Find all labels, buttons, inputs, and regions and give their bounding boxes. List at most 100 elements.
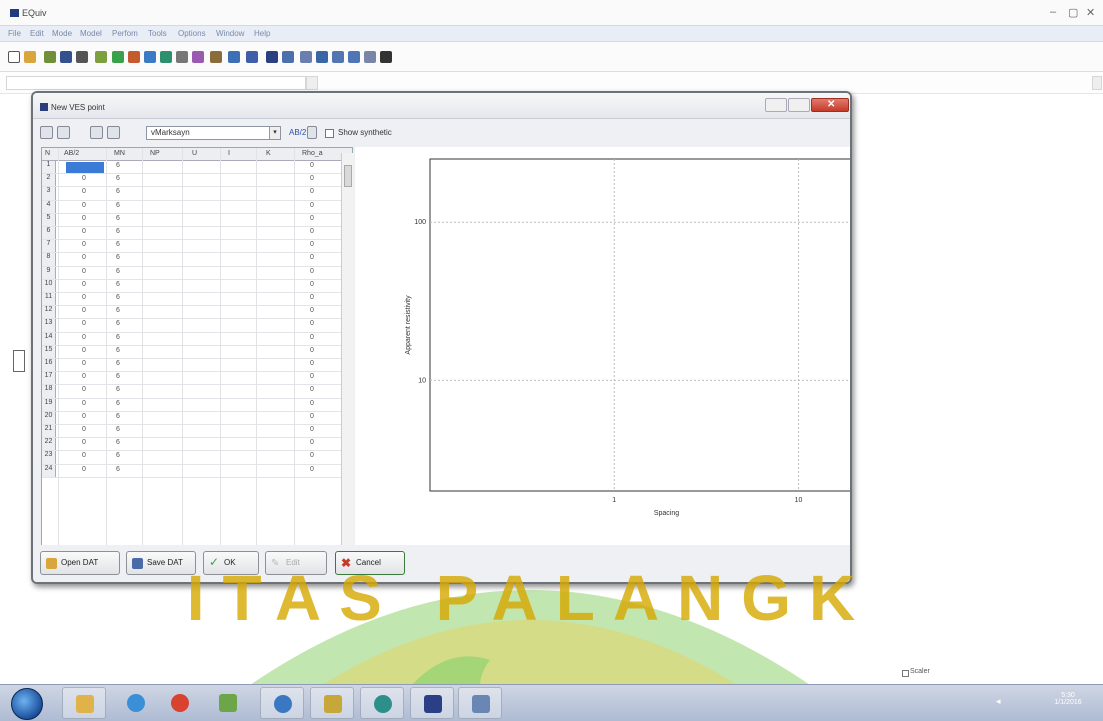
target-icon[interactable] — [332, 51, 344, 63]
cell-ab2[interactable]: 0 — [82, 439, 86, 446]
side-panel-tab[interactable] — [13, 350, 25, 372]
person-icon[interactable] — [380, 51, 392, 63]
save-dat-button[interactable]: Save DAT — [126, 551, 196, 575]
cell-mn[interactable]: 6 — [116, 400, 120, 407]
edit-icon[interactable] — [44, 51, 56, 63]
taskbar-ie[interactable] — [114, 687, 158, 719]
table-row[interactable]: 19 0 6 0 — [42, 398, 352, 412]
table-row[interactable]: 13 0 6 0 — [42, 319, 352, 333]
cell-mn[interactable]: 6 — [116, 360, 120, 367]
start-button[interactable] — [11, 688, 43, 720]
profile-icon[interactable] — [210, 51, 222, 63]
cell-ab2[interactable]: 0 — [82, 373, 86, 380]
cell-mn[interactable]: 6 — [116, 466, 120, 473]
table-row[interactable]: 10 0 6 0 — [42, 279, 352, 293]
table-row[interactable]: 4 0 6 0 — [42, 200, 352, 214]
taskbar-app9[interactable] — [458, 687, 502, 719]
cell-ab2[interactable]: 0 — [82, 466, 86, 473]
cell-mn[interactable]: 6 — [116, 452, 120, 459]
cell-mn[interactable]: 6 — [116, 373, 120, 380]
menu-edit[interactable]: Edit — [30, 29, 44, 38]
table-row[interactable]: 18 0 6 0 — [42, 385, 352, 399]
table-row[interactable]: 21 0 6 0 — [42, 425, 352, 439]
chart-icon[interactable] — [192, 51, 204, 63]
taskbar-app6[interactable] — [310, 687, 354, 719]
ok-button[interactable]: ✓ OK — [203, 551, 259, 575]
help-icon[interactable] — [364, 51, 376, 63]
tray-arrow-icon[interactable]: ◂ — [996, 696, 1001, 707]
cell-rho[interactable]: 0 — [310, 162, 314, 169]
table-row[interactable]: 6 0 6 0 — [42, 227, 352, 241]
edit-button[interactable]: ✎ Edit — [265, 551, 327, 575]
cell-mn[interactable]: 6 — [116, 188, 120, 195]
table-row[interactable]: 15 0 6 0 — [42, 345, 352, 359]
maximize-button[interactable]: ▢ — [1068, 6, 1078, 19]
cell-ab2[interactable]: 0 — [82, 202, 86, 209]
cell-mn[interactable]: 6 — [116, 294, 120, 301]
location-field[interactable] — [6, 76, 306, 90]
table-row[interactable]: 9 0 6 0 — [42, 266, 352, 280]
table-row[interactable]: 16 0 6 0 — [42, 359, 352, 373]
cell-ab2[interactable]: 0 — [82, 400, 86, 407]
cell-rho[interactable]: 0 — [310, 426, 314, 433]
cell-mn[interactable]: 6 — [116, 162, 120, 169]
table-row[interactable]: 2060 — [42, 174, 352, 188]
cell-rho[interactable]: 0 — [310, 188, 314, 195]
scaler-checkbox[interactable] — [902, 670, 909, 677]
taskbar-app5[interactable] — [260, 687, 304, 719]
open-dat-button[interactable]: Open DAT — [40, 551, 120, 575]
cell-mn[interactable]: 6 — [116, 202, 120, 209]
scroll-thumb[interactable] — [344, 165, 352, 187]
section-icon[interactable] — [176, 51, 188, 63]
close-app-button[interactable]: ✕ — [1086, 6, 1095, 19]
ab-label[interactable]: AB/2 — [289, 128, 306, 137]
cell-rho[interactable]: 0 — [310, 334, 314, 341]
cell-rho[interactable]: 0 — [310, 241, 314, 248]
cell-ab2[interactable]: 0 — [82, 228, 86, 235]
cell-mn[interactable]: 6 — [116, 347, 120, 354]
cell-ab2[interactable]: 0 — [82, 452, 86, 459]
menu-options[interactable]: Options — [178, 29, 206, 38]
clock[interactable]: 5:30 1/1/2016 — [1038, 692, 1098, 706]
import-icon[interactable] — [90, 126, 103, 139]
sigma-icon[interactable] — [246, 51, 258, 63]
cell-mn[interactable]: 6 — [116, 228, 120, 235]
cell-rho[interactable]: 0 — [310, 228, 314, 235]
table-row[interactable]: 8 0 6 0 — [42, 253, 352, 267]
menu-perform[interactable]: Perfom — [112, 29, 138, 38]
cell-ab2[interactable]: 0 — [82, 241, 86, 248]
menu-mode[interactable]: Mode — [52, 29, 72, 38]
cell-rho[interactable]: 0 — [310, 320, 314, 327]
dollar-icon[interactable] — [316, 51, 328, 63]
copy-icon[interactable] — [40, 126, 53, 139]
paste-icon[interactable] — [57, 126, 70, 139]
table-row[interactable]: 20 0 6 0 — [42, 411, 352, 425]
rho-icon[interactable] — [300, 51, 312, 63]
cell-ab2[interactable]: 0 — [82, 320, 86, 327]
cell-ab2[interactable]: 0 — [82, 347, 86, 354]
cell-mn[interactable]: 6 — [116, 334, 120, 341]
show-synthetic-checkbox[interactable] — [325, 129, 334, 138]
cell-rho[interactable]: 0 — [310, 347, 314, 354]
cell-rho[interactable]: 0 — [310, 254, 314, 261]
table-icon[interactable] — [266, 51, 278, 63]
cell-mn[interactable]: 6 — [116, 307, 120, 314]
menu-window[interactable]: Window — [216, 29, 244, 38]
cell-rho[interactable]: 0 — [310, 281, 314, 288]
cell-rho[interactable]: 0 — [310, 386, 314, 393]
cell-mn[interactable]: 6 — [116, 254, 120, 261]
table-row[interactable]: 24 0 6 0 — [42, 464, 352, 478]
model-icon[interactable] — [128, 51, 140, 63]
cell-mn[interactable]: 6 — [116, 413, 120, 420]
cell-rho[interactable]: 0 — [310, 202, 314, 209]
export-icon[interactable] — [107, 126, 120, 139]
table-row[interactable]: 12 0 6 0 — [42, 306, 352, 320]
grid-scrollbar[interactable] — [341, 153, 353, 581]
cell-rho[interactable]: 0 — [310, 268, 314, 275]
cell-ab2[interactable]: 0 — [82, 254, 86, 261]
cell-mn[interactable]: 6 — [116, 268, 120, 275]
cell-rho[interactable]: 0 — [310, 452, 314, 459]
menu-model[interactable]: Model — [80, 29, 102, 38]
dialog-minimize-button[interactable] — [765, 98, 787, 112]
table-row[interactable]: 3 0 6 0 — [42, 187, 352, 201]
